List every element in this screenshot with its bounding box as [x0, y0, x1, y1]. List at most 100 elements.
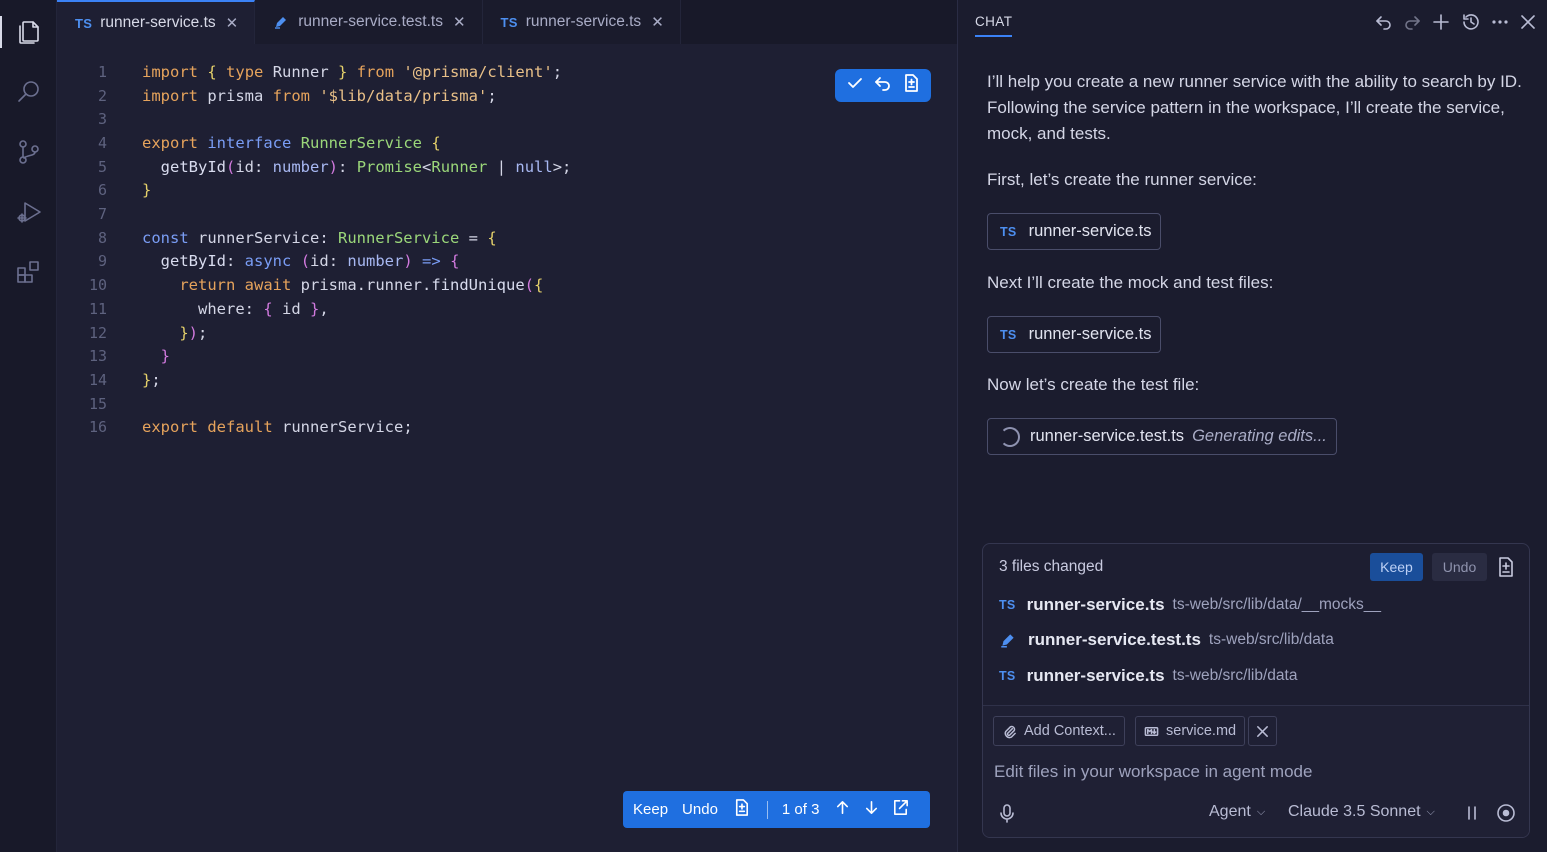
line-number: 16: [88, 418, 107, 437]
run-debug-icon[interactable]: [0, 188, 57, 236]
code-line: 3: [57, 107, 107, 131]
line-number: 1: [97, 62, 107, 81]
line-number: 2: [97, 86, 107, 105]
ts-file-icon: TS: [1000, 224, 1017, 239]
changed-file-row[interactable]: runner-service.test.ts ts-web/src/lib/da…: [999, 628, 1334, 652]
mode-picker[interactable]: Agent ⌵: [1209, 803, 1265, 821]
pause-icon[interactable]: [1462, 803, 1482, 823]
undo-button[interactable]: Undo: [1432, 553, 1487, 581]
activity-bar: [0, 0, 57, 852]
chevron-down-icon: ⌵: [1256, 805, 1266, 818]
ts-file-icon: TS: [500, 14, 518, 30]
paperclip-icon: [1004, 725, 1016, 738]
close-icon[interactable]: ✕: [651, 13, 664, 31]
line-number: 7: [97, 205, 107, 224]
code-line: 5 getById(id: number): Promise<Runner | …: [57, 155, 571, 179]
line-number: 9: [97, 252, 107, 271]
code-line: 1 import { type Runner } from '@prisma/cl…: [57, 60, 562, 84]
source-control-icon[interactable]: [0, 128, 57, 176]
changes-panel: 3 files changed Keep Undo TS runner-serv…: [982, 543, 1530, 838]
chat-input-area: Add Context... service.md Edit files in …: [983, 705, 1529, 837]
keep-button[interactable]: Keep: [1370, 553, 1423, 581]
changed-file-row[interactable]: TS runner-service.ts ts-web/src/lib/data…: [999, 593, 1381, 617]
changed-file-row[interactable]: TS runner-service.ts ts-web/src/lib/data: [999, 664, 1297, 688]
code-line: 12 });: [57, 321, 207, 345]
line-number: 5: [97, 157, 107, 176]
editor-tabs: TS runner-service.ts ✕ runner-service.te…: [57, 0, 957, 44]
arrow-down-icon[interactable]: [862, 798, 881, 821]
keep-button[interactable]: Keep: [633, 801, 668, 818]
chat-message: First, let’s create the runner service:: [987, 170, 1257, 189]
arrow-up-icon[interactable]: [833, 798, 852, 821]
file-chip-generating[interactable]: runner-service.test.ts Generating edits.…: [987, 418, 1337, 455]
line-number: 6: [97, 181, 107, 200]
changed-file-path: ts-web/src/lib/data/__mocks__: [1172, 596, 1382, 613]
pen-icon: [1001, 634, 1014, 648]
tab-chat[interactable]: CHAT: [975, 14, 1013, 37]
stop-icon[interactable]: [1496, 803, 1516, 823]
code-line: 13 }: [57, 344, 170, 368]
chat-message: Next I’ll create the mock and test files…: [987, 273, 1274, 292]
close-icon: [1257, 725, 1268, 737]
diff-file-icon[interactable]: [901, 73, 921, 98]
changed-file-path: ts-web/src/lib/data: [1208, 631, 1334, 648]
markdown-file-icon: [1144, 726, 1159, 736]
undo-icon[interactable]: [1374, 12, 1394, 32]
file-chip-label: runner-service.test.ts: [1030, 427, 1185, 445]
search-icon[interactable]: [0, 68, 57, 116]
plus-icon[interactable]: [1431, 12, 1451, 32]
editor: TS runner-service.ts ✕ runner-service.te…: [57, 0, 957, 852]
close-icon[interactable]: ✕: [226, 14, 239, 32]
generating-status: Generating edits...: [1192, 427, 1327, 445]
chat-panel: CHAT I’ll help you create a new runner s…: [957, 0, 1547, 852]
file-chip[interactable]: TS runner-service.ts: [987, 316, 1162, 353]
attached-file-chip[interactable]: service.md: [1135, 716, 1246, 746]
line-number: 12: [88, 323, 107, 342]
microphone-icon[interactable]: [997, 803, 1017, 823]
model-picker[interactable]: Claude 3.5 Sonnet ⌵: [1288, 803, 1435, 821]
extensions-icon[interactable]: [0, 248, 57, 296]
tab-runner-service-2[interactable]: TS runner-service.ts ✕: [482, 0, 681, 44]
ts-file-icon: TS: [75, 15, 93, 31]
ts-file-icon: TS: [999, 598, 1016, 612]
changes-summary: 3 files changed: [999, 558, 1104, 575]
redo-icon[interactable]: [1402, 12, 1422, 32]
line-number: 3: [97, 110, 107, 129]
undo-icon[interactable]: [873, 73, 893, 98]
file-chip[interactable]: TS runner-service.ts: [987, 213, 1162, 250]
line-number: 10: [88, 276, 107, 295]
tab-runner-service[interactable]: TS runner-service.ts ✕: [57, 0, 256, 44]
history-icon[interactable]: [1461, 12, 1481, 32]
tab-label: runner-service.ts: [525, 13, 642, 30]
code-line: 4 export interface RunnerService {: [57, 131, 441, 155]
close-icon[interactable]: [1518, 12, 1538, 32]
more-icon[interactable]: [1490, 12, 1510, 32]
remove-attachment-button[interactable]: [1248, 716, 1277, 746]
line-number: 8: [97, 228, 107, 247]
code-line: 11 where: { id },: [57, 297, 329, 321]
close-icon[interactable]: ✕: [453, 13, 466, 31]
ts-file-icon: TS: [999, 669, 1016, 683]
explorer-icon[interactable]: [0, 8, 57, 56]
change-position: 1 of 3: [781, 801, 820, 818]
undo-button[interactable]: Undo: [682, 801, 718, 818]
diff-file-icon[interactable]: [732, 798, 751, 821]
accept-icon[interactable]: [845, 73, 865, 98]
tab-runner-service-test[interactable]: runner-service.test.ts ✕: [255, 0, 483, 44]
chat-input-footer: Agent ⌵ Claude 3.5 Sonnet ⌵: [983, 800, 1529, 830]
attached-file-label: service.md: [1166, 723, 1237, 739]
ts-file-icon: TS: [1000, 327, 1017, 342]
code-line: 16 export default runnerService;: [57, 416, 413, 440]
changed-file-path: ts-web/src/lib/data: [1172, 667, 1298, 684]
open-external-icon[interactable]: [891, 798, 910, 821]
chat-message: Now let’s create the test file:: [987, 375, 1200, 394]
code-line: 6}: [57, 179, 151, 203]
code-line: 8 const runnerService: RunnerService = {: [57, 226, 497, 250]
diff-file-icon[interactable]: [1495, 556, 1517, 578]
chevron-down-icon: ⌵: [1426, 805, 1435, 818]
add-context-label: Add Context...: [1024, 723, 1116, 739]
chat-input[interactable]: Edit files in your workspace in agent mo…: [994, 762, 1312, 782]
code-line: 15: [57, 392, 107, 416]
changed-file-name: runner-service.ts: [1026, 666, 1165, 685]
add-context-button[interactable]: Add Context...: [993, 716, 1125, 746]
